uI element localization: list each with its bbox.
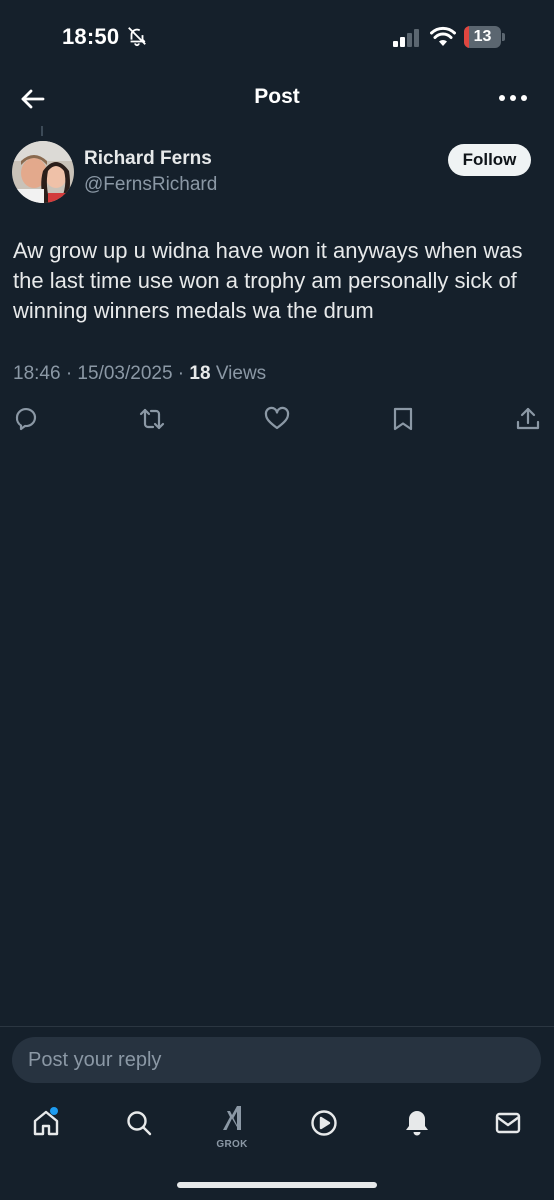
home-notification-dot	[50, 1107, 58, 1115]
battery-level: 13	[473, 28, 492, 45]
post-timestamp: 18:46 · 15/03/2025 ·	[13, 363, 190, 384]
nav-bar: Post	[0, 70, 554, 126]
reply-divider	[0, 1026, 554, 1027]
post-actions	[0, 405, 554, 435]
bell-slash-icon	[128, 27, 146, 47]
cellular-signal-icon	[393, 29, 419, 47]
status-bar: 18:50 13	[0, 0, 554, 70]
reply-icon[interactable]	[12, 405, 40, 433]
wifi-icon	[430, 26, 456, 46]
home-icon[interactable]	[26, 1103, 66, 1143]
avatar[interactable]	[12, 141, 74, 203]
views-count[interactable]: 18	[189, 363, 210, 384]
thread-line	[41, 126, 43, 136]
search-icon[interactable]	[119, 1103, 159, 1143]
grok-label: GROK	[216, 1139, 248, 1150]
battery-cap	[502, 33, 505, 41]
avatar-photo	[12, 141, 74, 203]
battery-body: 13	[464, 26, 501, 48]
home-indicator	[177, 1182, 377, 1188]
reply-input[interactable]	[12, 1037, 541, 1083]
bookmark-icon[interactable]	[389, 405, 417, 433]
messages-icon[interactable]	[488, 1103, 528, 1143]
notifications-icon[interactable]	[397, 1103, 437, 1143]
post-meta: 18:46 · 15/03/2025 · 18 Views	[13, 363, 266, 385]
post-text: Aw grow up u widna have won it anyways w…	[13, 238, 523, 323]
views-label: Views	[210, 363, 267, 384]
share-icon[interactable]	[514, 405, 542, 433]
page-title: Post	[254, 85, 300, 108]
author-name[interactable]: Richard Ferns	[84, 148, 212, 170]
video-icon[interactable]	[304, 1103, 344, 1143]
grok-icon[interactable]: GROK	[212, 1103, 252, 1150]
status-time: 18:50	[62, 24, 120, 49]
tab-bar: GROK	[0, 1095, 554, 1165]
more-horizontal-icon[interactable]	[496, 86, 530, 110]
repost-icon[interactable]	[138, 405, 166, 433]
battery-icon: 13	[464, 26, 506, 48]
author-handle[interactable]: @FernsRichard	[84, 174, 217, 196]
like-icon[interactable]	[263, 405, 291, 433]
follow-button[interactable]: Follow	[448, 144, 531, 176]
